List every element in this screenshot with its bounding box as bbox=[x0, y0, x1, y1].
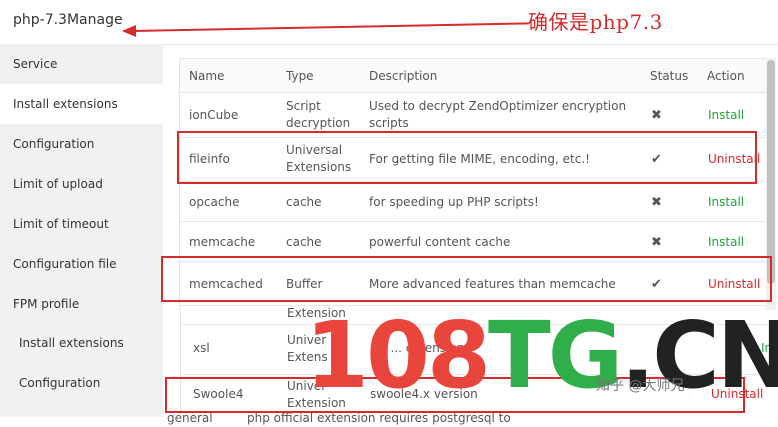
install-link[interactable]: Install bbox=[708, 194, 744, 211]
ext-type-line1: Script bbox=[286, 99, 321, 113]
status-not-installed-icon: ✖ bbox=[651, 195, 662, 210]
table-row: opcache cache for speeding up PHP script… bbox=[180, 181, 767, 222]
lower-sidebar-configuration[interactable]: Configuration bbox=[0, 363, 163, 403]
window-title: php-7.3Manage bbox=[13, 12, 123, 28]
install-link[interactable]: Install bbox=[708, 107, 744, 124]
column-type: Type bbox=[286, 69, 314, 83]
column-action: Action bbox=[707, 69, 745, 83]
highlight-box-fileinfo bbox=[177, 131, 757, 184]
sidebar-item-install-extensions[interactable]: Install extensions bbox=[0, 84, 163, 124]
ext-name: opcache bbox=[189, 195, 240, 209]
install-link[interactable]: Install bbox=[708, 234, 744, 251]
lower-sidebar-install-extensions[interactable]: Install extensions bbox=[0, 323, 163, 363]
lower-sidebar: Install extensions Configuration bbox=[0, 310, 163, 417]
ext-type-line1: cache bbox=[286, 235, 322, 249]
ext-desc-line1: for speeding up PHP scripts! bbox=[369, 195, 539, 209]
sidebar-item-service[interactable]: Service bbox=[0, 44, 163, 84]
watermark-part-number: 108 bbox=[305, 302, 491, 409]
ext-type-line1: cache bbox=[286, 195, 322, 209]
annotation-arrow-head bbox=[122, 25, 136, 37]
column-description: Description bbox=[369, 69, 438, 83]
column-status: Status bbox=[650, 69, 689, 83]
ext-desc-line2: scripts bbox=[369, 116, 409, 130]
status-not-installed-icon: ✖ bbox=[651, 108, 662, 123]
lower-ext-name: xsl bbox=[193, 341, 210, 355]
sidebar: Service Install extensions Configuration… bbox=[0, 44, 163, 310]
ext-type-line2: decryption bbox=[286, 116, 351, 130]
annotation-text: 确保是php7.3 bbox=[528, 10, 663, 34]
sidebar-item-limit-timeout[interactable]: Limit of timeout bbox=[0, 204, 163, 244]
ext-name: ionCube bbox=[189, 108, 239, 122]
ext-desc-line1: powerful content cache bbox=[369, 235, 511, 249]
sidebar-item-configuration-file[interactable]: Configuration file bbox=[0, 244, 163, 284]
watermark-logo: 108TG.CN bbox=[305, 296, 778, 416]
column-name: Name bbox=[189, 69, 225, 83]
sidebar-item-configuration[interactable]: Configuration bbox=[0, 124, 163, 164]
ext-name: memcache bbox=[189, 235, 256, 249]
sidebar-item-fpm-profile[interactable]: FPM profile bbox=[0, 284, 163, 310]
sidebar-item-limit-upload[interactable]: Limit of upload bbox=[0, 164, 163, 204]
ext-desc-line1: Used to decrypt ZendOptimizer encryption bbox=[369, 99, 627, 113]
status-not-installed-icon: ✖ bbox=[651, 235, 662, 250]
scrollbar-thumb[interactable] bbox=[767, 60, 775, 284]
watermark-small-text: 知乎 @大师兄 bbox=[596, 378, 685, 394]
table-header: Name Type Description Status Action bbox=[180, 59, 767, 93]
